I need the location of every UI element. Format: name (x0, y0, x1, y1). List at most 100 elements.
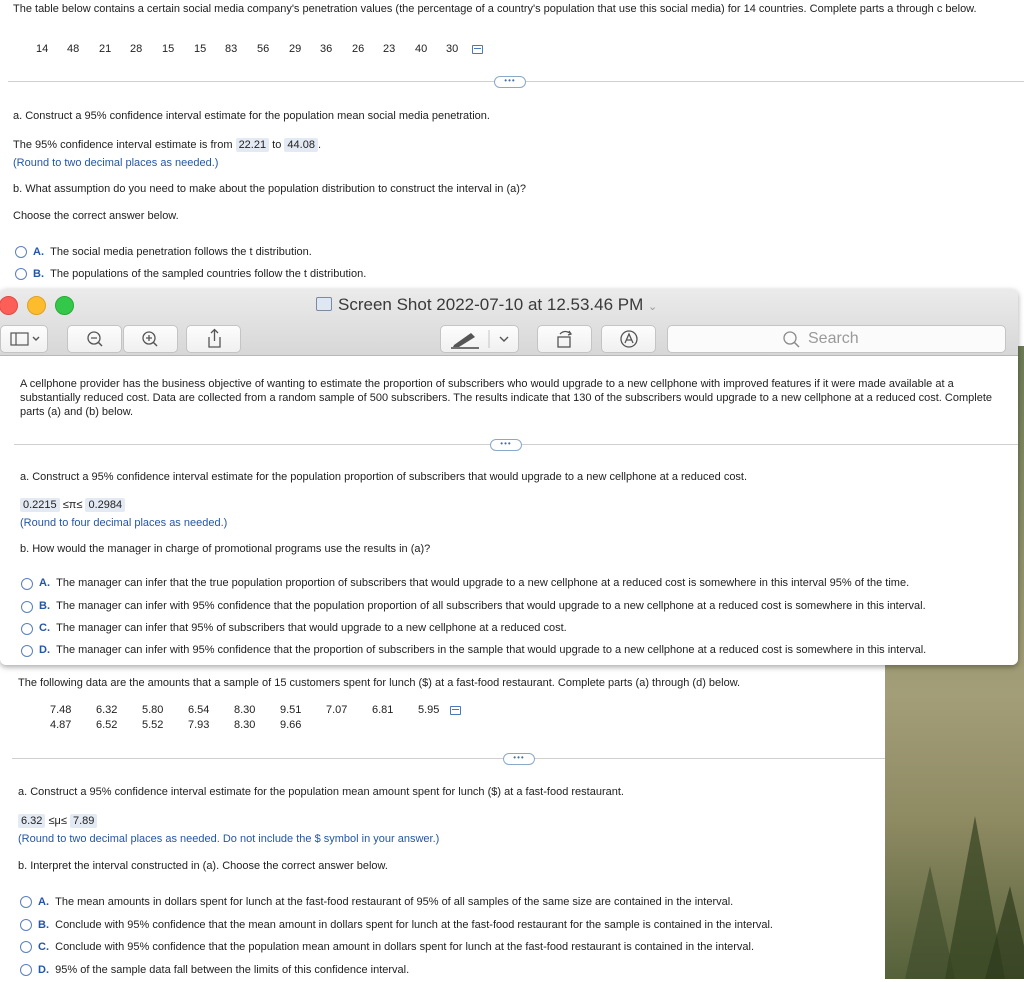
share-button[interactable] (186, 325, 241, 353)
answer-high-field[interactable]: 7.89 (69, 814, 98, 828)
sidebar-icon (10, 332, 40, 346)
sidebar-toggle-button[interactable] (0, 325, 48, 353)
data-value: 15 (194, 43, 207, 55)
problem1-part-b-prompt: b. What assumption do you need to make a… (13, 183, 527, 195)
option-b[interactable]: B. Conclude with 95% confidence that the… (38, 919, 773, 931)
annotate-button[interactable] (601, 325, 656, 353)
data-value: 7.07 (326, 704, 348, 716)
radio-option-a[interactable] (21, 578, 33, 590)
option-text: Conclude with 95% confidence that the po… (55, 941, 755, 953)
data-value: 5.95 (418, 704, 440, 716)
data-copy-icon[interactable] (450, 705, 461, 715)
radio-option-a[interactable] (20, 896, 32, 908)
answer-low-field[interactable]: 6.32 (18, 814, 46, 828)
option-letter: D. (38, 964, 49, 976)
problem3-part-b-prompt: b. Interpret the interval constructed in… (18, 860, 388, 872)
radio-option-b[interactable] (20, 919, 32, 931)
data-value: 48 (67, 43, 80, 55)
option-a[interactable]: A. The mean amounts in dollars spent for… (38, 896, 733, 908)
answer-high-field[interactable]: 0.2984 (85, 498, 126, 512)
search-field[interactable]: Search (667, 325, 1006, 353)
radio-option-b[interactable] (21, 601, 33, 613)
answer-high-field[interactable]: 44.08 (284, 138, 318, 152)
option-a[interactable]: A. The manager can infer that the true p… (39, 577, 909, 589)
round-instruction: (Round to four decimal places as needed.… (20, 517, 228, 529)
problem3-data-row-1: 7.48 6.32 5.80 6.54 8.30 9.51 7.07 6.81 5.95 (50, 704, 461, 716)
problem3-data-row-2: 4.87 6.52 5.52 7.93 8.30 9.66 (50, 719, 326, 731)
option-c[interactable]: C. The manager can infer that 95% of sub… (39, 622, 567, 634)
data-value: 4.87 (50, 719, 72, 731)
minimize-button[interactable] (27, 296, 46, 315)
problem1-data-row: 14 48 21 28 15 15 83 56 29 36 26 23 40 30 (36, 43, 483, 55)
option-letter: A. (33, 246, 44, 258)
zoom-in-button[interactable] (123, 325, 178, 353)
data-value: 26 (352, 43, 365, 55)
option-letter: B. (39, 600, 50, 612)
answer-low-field[interactable]: 22.21 (235, 138, 270, 152)
window-title[interactable]: Screen Shot 2022-07-10 at 12.53.46 PM ⌄ (316, 295, 657, 315)
data-value: 6.52 (96, 719, 118, 731)
more-dots-icon[interactable]: ••• (503, 753, 535, 765)
more-dots-icon[interactable]: ••• (490, 439, 522, 451)
zoom-button[interactable] (55, 296, 74, 315)
rotate-icon (557, 330, 573, 348)
radio-option-c[interactable] (21, 623, 33, 635)
radio-option-b[interactable] (15, 268, 27, 280)
share-icon (208, 328, 221, 348)
radio-option-c[interactable] (20, 941, 32, 953)
problem1-part-a-answer: The 95% confidence interval estimate is … (13, 138, 321, 152)
option-d[interactable]: D. The manager can infer with 95% confid… (39, 644, 926, 656)
markup-button[interactable] (440, 325, 519, 353)
markup-pen-icon (451, 330, 509, 349)
option-c[interactable]: C. Conclude with 95% confidence that the… (38, 941, 754, 953)
more-dots-icon[interactable]: ••• (494, 76, 526, 88)
data-value: 8.30 (234, 704, 256, 716)
option-letter: C. (38, 941, 49, 953)
data-value: 83 (225, 43, 238, 55)
data-value: 30 (446, 43, 459, 55)
problem1-part-a-prompt: a. Construct a 95% confidence interval e… (13, 110, 490, 122)
radio-option-a[interactable] (15, 246, 27, 258)
answer-end: . (317, 139, 321, 151)
problem2-intro: A cellphone provider has the business ob… (20, 378, 993, 418)
option-b[interactable]: B. The populations of the sampled countr… (33, 268, 366, 280)
data-value: 9.66 (280, 719, 302, 731)
data-value: 7.93 (188, 719, 210, 731)
data-value: 40 (415, 43, 428, 55)
radio-option-d[interactable] (20, 964, 32, 976)
zoom-out-button[interactable] (67, 325, 122, 353)
data-copy-icon[interactable] (472, 44, 483, 54)
data-value: 8.30 (234, 719, 256, 731)
data-value: 14 (36, 43, 49, 55)
problem3-intro: The following data are the amounts that … (18, 677, 741, 689)
answer-mid: to (272, 139, 282, 151)
choose-instruction: Choose the correct answer below. (13, 210, 179, 222)
problem2-part-b-prompt: b. How would the manager in charge of pr… (20, 543, 431, 555)
option-b[interactable]: B. The manager can infer with 95% confid… (39, 600, 926, 612)
close-button[interactable] (0, 296, 18, 315)
data-value: 21 (99, 43, 112, 55)
option-text: The populations of the sampled countries… (50, 268, 367, 280)
preview-window: Screen Shot 2022-07-10 at 12.53.46 PM ⌄ … (0, 289, 1018, 665)
option-d[interactable]: D. 95% of the sample data fall between t… (38, 964, 409, 976)
problem2-part-a-answer: 0.2215 ≤π≤ 0.2984 (20, 498, 126, 512)
problem3-part-a-prompt: a. Construct a 95% confidence interval e… (18, 786, 624, 798)
problem1-intro: The table below contains a certain socia… (13, 3, 977, 15)
round-instruction: (Round to two decimal places as needed. … (18, 833, 440, 845)
zoom-out-icon (87, 331, 103, 347)
answer-prefix: The 95% confidence interval estimate is … (13, 139, 233, 151)
data-value: 5.52 (142, 719, 164, 731)
radio-option-d[interactable] (21, 645, 33, 657)
option-a[interactable]: A. The social media penetration follows … (33, 246, 312, 258)
search-icon (783, 331, 800, 348)
data-value: 23 (383, 43, 396, 55)
rotate-button[interactable] (537, 325, 592, 353)
data-value: 28 (130, 43, 143, 55)
data-value: 5.80 (142, 704, 164, 716)
problem2-part-a-prompt: a. Construct a 95% confidence interval e… (20, 471, 748, 483)
data-value: 7.48 (50, 704, 72, 716)
inequality-symbol: ≤π≤ (62, 499, 83, 511)
annotate-icon (620, 330, 638, 348)
answer-low-field[interactable]: 0.2215 (20, 498, 60, 512)
option-text: The manager can infer with 95% confidenc… (56, 600, 926, 612)
